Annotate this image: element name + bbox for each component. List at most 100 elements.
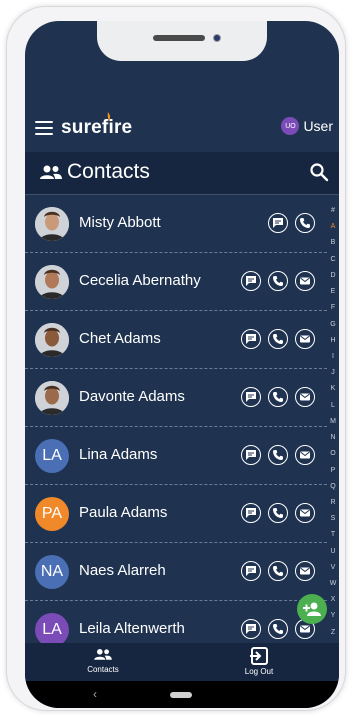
device-notch <box>97 21 267 61</box>
message-button[interactable] <box>241 619 261 639</box>
email-button[interactable] <box>295 387 315 407</box>
alphabet-letter[interactable]: G <box>330 321 335 329</box>
user-avatar: UO <box>281 117 300 135</box>
contact-avatar <box>35 381 69 415</box>
logo-flame-icon <box>107 112 111 122</box>
email-button[interactable] <box>295 445 315 465</box>
contact-row[interactable]: LA Leila Altenwerth <box>25 601 327 643</box>
nav-contacts[interactable]: Contacts <box>43 647 163 674</box>
alphabet-letter[interactable]: Q <box>330 483 335 491</box>
contact-name: Cecelia Abernathy <box>79 272 201 289</box>
contact-avatar: NA <box>35 555 69 589</box>
alphabet-letter[interactable]: L <box>331 402 335 410</box>
contact-name: Leila Altenwerth <box>79 620 185 637</box>
email-icon <box>300 451 310 459</box>
bottom-nav: Contacts Log Out <box>25 643 339 681</box>
call-button[interactable] <box>268 387 288 407</box>
alphabet-letter[interactable]: R <box>330 499 335 507</box>
home-button[interactable] <box>170 692 192 698</box>
message-button[interactable] <box>241 271 261 291</box>
nav-logout[interactable]: Log Out <box>199 647 319 676</box>
message-button[interactable] <box>241 329 261 349</box>
message-icon <box>246 566 256 576</box>
search-icon[interactable] <box>309 162 329 182</box>
call-button[interactable] <box>268 445 288 465</box>
contact-name: Lina Adams <box>79 446 158 463</box>
alphabet-letter[interactable]: S <box>331 515 336 523</box>
contact-row[interactable]: PA Paula Adams <box>25 485 327 543</box>
call-icon <box>273 624 283 634</box>
message-icon <box>246 508 256 518</box>
alphabet-letter[interactable]: W <box>330 580 337 588</box>
message-button[interactable] <box>241 561 261 581</box>
contact-initials: NA <box>40 563 64 580</box>
email-button[interactable] <box>295 271 315 291</box>
contact-avatar: LA <box>35 439 69 473</box>
alphabet-letter[interactable]: N <box>330 434 335 442</box>
call-button[interactable] <box>295 213 315 233</box>
alphabet-letter[interactable]: V <box>331 564 336 572</box>
alphabet-letter[interactable]: Y <box>331 612 336 620</box>
alphabet-letter[interactable]: E <box>331 288 336 296</box>
alphabet-letter[interactable]: H <box>330 337 335 345</box>
message-button[interactable] <box>241 445 261 465</box>
call-button[interactable] <box>268 503 288 523</box>
contact-initials: LA <box>42 621 62 638</box>
alphabet-letter[interactable]: # <box>331 207 335 215</box>
logout-icon <box>250 647 268 665</box>
call-button[interactable] <box>268 329 288 349</box>
contact-row[interactable]: LA Lina Adams <box>25 427 327 485</box>
contact-row[interactable]: Davonte Adams <box>25 369 327 427</box>
contact-row[interactable]: Cecelia Abernathy <box>25 253 327 311</box>
alphabet-letter[interactable]: O <box>330 450 335 458</box>
contact-row[interactable]: NA Naes Alarreh <box>25 543 327 601</box>
contact-row[interactable]: Misty Abbott <box>25 195 327 253</box>
alphabet-letter[interactable]: I <box>332 353 334 361</box>
alphabet-letter[interactable]: F <box>331 304 335 312</box>
email-button[interactable] <box>295 561 315 581</box>
alphabet-letter[interactable]: P <box>331 467 336 475</box>
page-title: Contacts <box>67 160 150 183</box>
alphabet-letter[interactable]: M <box>330 418 336 426</box>
app-logo: surefire <box>61 117 133 138</box>
email-button[interactable] <box>295 329 315 349</box>
call-button[interactable] <box>268 619 288 639</box>
contact-row[interactable]: Chet Adams <box>25 311 327 369</box>
contact-name: Davonte Adams <box>79 388 185 405</box>
contact-avatar: LA <box>35 613 69 643</box>
alphabet-letter[interactable]: J <box>331 369 335 377</box>
user-menu[interactable]: UO User <box>281 117 333 135</box>
call-button[interactable] <box>268 271 288 291</box>
add-contact-button[interactable] <box>297 594 327 624</box>
alphabet-letter[interactable]: C <box>330 256 335 264</box>
back-icon[interactable]: ‹ <box>93 687 97 701</box>
message-icon <box>246 392 256 402</box>
nav-contacts-label: Contacts <box>87 665 119 674</box>
contacts-icon <box>40 165 62 179</box>
email-button[interactable] <box>295 503 315 523</box>
message-button[interactable] <box>268 213 288 233</box>
call-button[interactable] <box>268 561 288 581</box>
alphabet-letter[interactable]: K <box>331 385 336 393</box>
alphabet-letter[interactable]: A <box>331 223 336 231</box>
menu-icon[interactable] <box>35 121 53 135</box>
system-nav-bar: ‹ <box>25 681 339 708</box>
alphabet-letter[interactable]: B <box>331 239 336 247</box>
speaker-grille <box>153 35 205 41</box>
contact-avatar <box>35 323 69 357</box>
alphabet-letter[interactable]: X <box>331 596 336 604</box>
alphabet-index[interactable]: # A B C D E F G H I J K L M N O P Q R S T U V W X Y Z <box>327 207 339 637</box>
app-bar: surefire UO User <box>25 107 339 149</box>
email-icon <box>300 393 310 401</box>
add-contact-icon <box>303 602 321 616</box>
alphabet-letter[interactable]: T <box>331 531 335 539</box>
message-button[interactable] <box>241 387 261 407</box>
message-icon <box>273 218 283 228</box>
call-icon <box>300 218 310 228</box>
contact-list[interactable]: Misty Abbott Cecelia Abernathy Chet Adams D… <box>25 195 327 643</box>
alphabet-letter[interactable]: U <box>330 548 335 556</box>
alphabet-letter[interactable]: D <box>330 272 335 280</box>
email-icon <box>300 567 310 575</box>
alphabet-letter[interactable]: Z <box>331 629 335 637</box>
message-button[interactable] <box>241 503 261 523</box>
